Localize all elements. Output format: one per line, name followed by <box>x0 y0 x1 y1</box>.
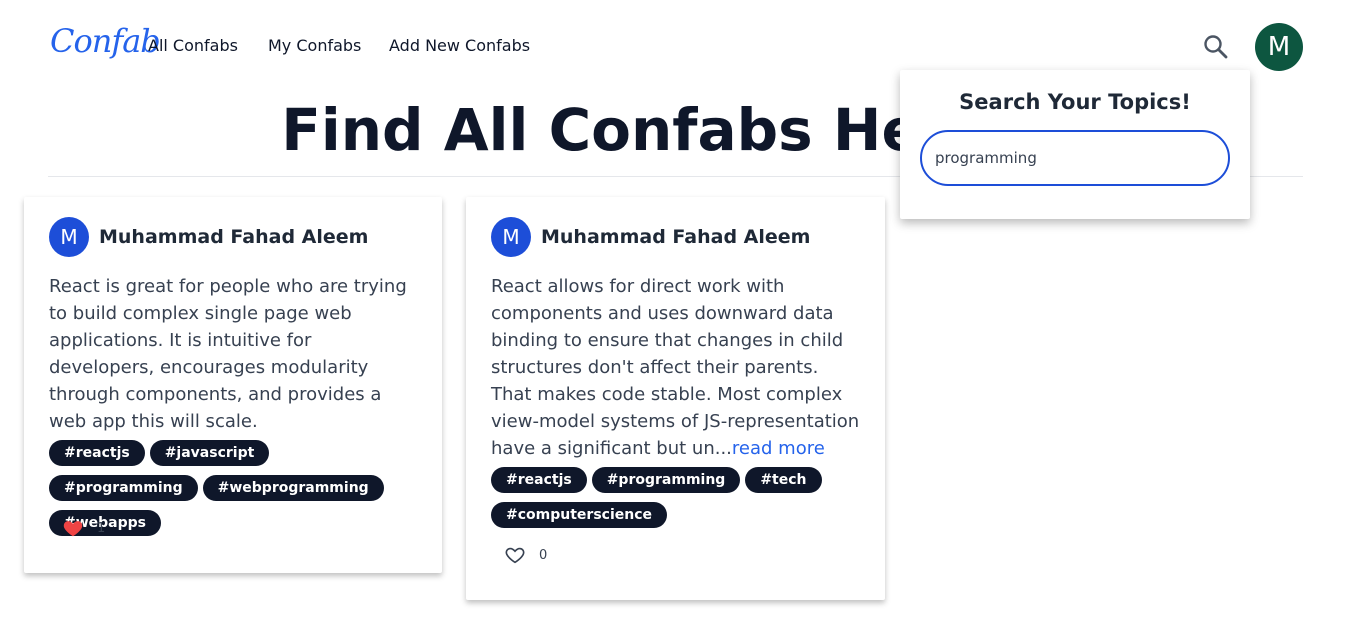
heart-outline-icon[interactable] <box>504 544 526 566</box>
search-popup: Search Your Topics! <box>900 70 1250 219</box>
tag-chip[interactable]: #reactjs <box>491 467 587 493</box>
author-avatar[interactable]: M <box>491 217 531 257</box>
tag-chip[interactable]: #reactjs <box>49 440 145 466</box>
nav-link-all-confabs[interactable]: All Confabs <box>148 36 238 55</box>
card-body: React is great for people who are trying… <box>49 273 421 435</box>
like-row: 1 <box>62 517 105 539</box>
logo[interactable]: Confab <box>50 22 161 60</box>
card-header: M Muhammad Fahad Aleem <box>49 217 368 257</box>
user-avatar[interactable]: M <box>1255 23 1303 71</box>
author-avatar[interactable]: M <box>49 217 89 257</box>
like-count: 1 <box>97 520 106 536</box>
tag-chip[interactable]: #tech <box>745 467 822 493</box>
card-text: React allows for direct work with compon… <box>491 276 860 459</box>
like-count: 0 <box>539 547 548 563</box>
read-more-link[interactable]: read more <box>732 438 825 459</box>
card-body: React allows for direct work with compon… <box>491 273 863 462</box>
search-input[interactable] <box>920 130 1230 186</box>
tag-chip[interactable]: #computerscience <box>491 502 668 528</box>
card-header: M Muhammad Fahad Aleem <box>491 217 810 257</box>
search-popup-title: Search Your Topics! <box>959 90 1191 114</box>
tag-chip[interactable]: #programming <box>591 467 741 493</box>
tag-chip[interactable]: #webprogramming <box>202 475 384 501</box>
author-name[interactable]: Muhammad Fahad Aleem <box>541 226 810 248</box>
nav-link-add-new-confabs[interactable]: Add New Confabs <box>389 36 530 55</box>
card-text: React is great for people who are trying… <box>49 276 407 432</box>
like-row: 0 <box>504 544 547 566</box>
heart-filled-icon[interactable] <box>62 517 84 539</box>
search-icon[interactable] <box>1202 33 1230 61</box>
confab-card: M Muhammad Fahad Aleem React is great fo… <box>24 197 442 573</box>
tag-chip[interactable]: #programming <box>49 475 198 501</box>
confab-card: M Muhammad Fahad Aleem React allows for … <box>466 197 885 600</box>
author-name[interactable]: Muhammad Fahad Aleem <box>99 226 368 248</box>
tag-list: #reactjs #programming #tech #computersci… <box>491 467 863 528</box>
nav-link-my-confabs[interactable]: My Confabs <box>268 36 361 55</box>
tag-chip[interactable]: #javascript <box>149 440 270 466</box>
